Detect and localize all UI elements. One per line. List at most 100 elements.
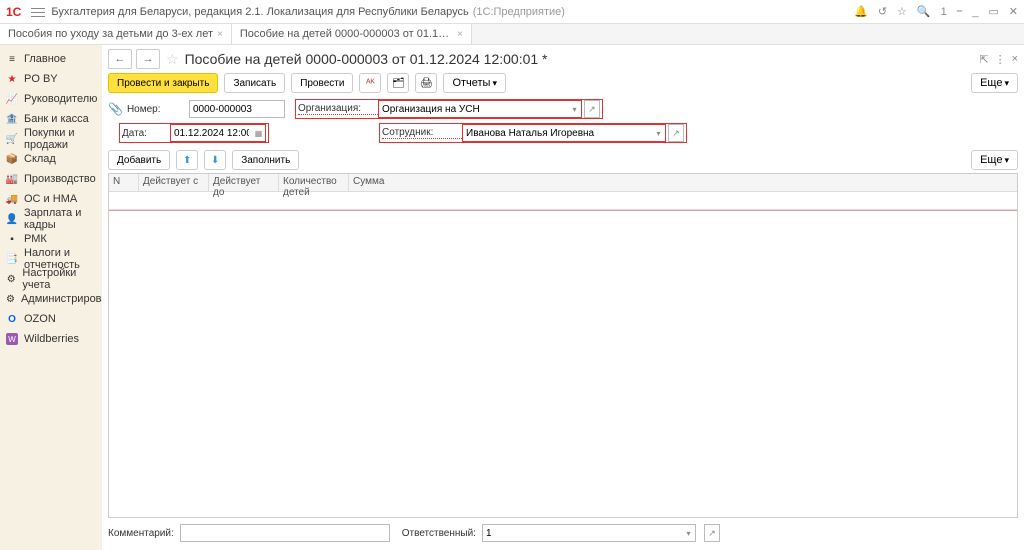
search-count: 1 — [941, 6, 947, 18]
sidebar-item-main[interactable]: ≡ Главное — [0, 49, 102, 69]
star-icon: ★ — [6, 73, 18, 85]
sidebar-item-bank[interactable]: 🏦 Банк и касса — [0, 109, 102, 129]
rows-table[interactable]: N Действует с Действует до Количество де… — [108, 173, 1018, 518]
tab-close-icon[interactable]: × — [457, 29, 463, 40]
responsible-open-button[interactable]: ↗ — [704, 524, 720, 542]
menu-icon[interactable] — [31, 5, 45, 19]
sidebar-item-poby[interactable]: ★ PO BY — [0, 69, 102, 89]
sidebar-item-label: Производство — [24, 173, 96, 185]
chart-icon: 📈 — [6, 93, 18, 105]
sidebar-item-label: Настройки учета — [22, 267, 96, 291]
table-divider — [109, 210, 1017, 211]
tab-label: Пособия по уходу за детьми до 3-ех лет — [8, 28, 213, 40]
divider-icon: ⎯ — [957, 5, 963, 18]
sidebar: ≡ Главное ★ PO BY 📈 Руководителю 🏦 Банк и ка… — [0, 45, 102, 550]
page-title: Пособие на детей 0000-000003 от 01.12.20… — [185, 51, 548, 67]
sidebar-item-label: PO BY — [24, 73, 58, 85]
tab-label: Пособие на детей 0000-000003 от 01.12.20… — [240, 28, 453, 40]
date-picker-button[interactable]: ▦ — [252, 124, 266, 142]
dt-kt-button[interactable]: ᴬᴷ — [359, 73, 381, 93]
tab-allowance-doc[interactable]: Пособие на детей 0000-000003 от 01.12.20… — [232, 24, 472, 44]
sidebar-item-label: Руководителю — [24, 93, 97, 105]
reports-label: Отчеты — [452, 77, 490, 89]
star-icon[interactable]: ☆ — [897, 5, 907, 18]
sidebar-item-production[interactable]: 🏭 Производство — [0, 169, 102, 189]
more-label: Еще — [980, 77, 1002, 89]
list-icon: ≡ — [6, 53, 18, 65]
sidebar-item-label: РМК — [24, 233, 47, 245]
org-open-button[interactable]: ↗ — [584, 100, 600, 118]
employee-dropdown-button[interactable]: ▾ — [652, 124, 666, 142]
employee-input[interactable] — [462, 124, 652, 142]
responsible-input[interactable] — [482, 524, 682, 542]
sidebar-item-rmk[interactable]: ▪РМК — [0, 229, 102, 249]
kebab-icon[interactable]: ⋮ — [995, 53, 1006, 66]
person-icon: 👤 — [6, 213, 18, 225]
move-up-button[interactable]: ⬆ — [176, 150, 198, 170]
close-page-icon[interactable]: × — [1012, 53, 1018, 66]
link-icon[interactable]: ⇱ — [979, 53, 988, 66]
search-icon[interactable]: 🔍 — [917, 5, 931, 18]
bank-icon: 🏦 — [6, 113, 18, 125]
fill-button[interactable]: Заполнить — [232, 150, 299, 170]
reports-button[interactable]: Отчеты▾ — [443, 73, 506, 93]
sidebar-item-ozon[interactable]: OOZON — [0, 309, 102, 329]
col-to: Действует до — [209, 174, 279, 191]
sidebar-item-wb[interactable]: WWildberries — [0, 329, 102, 349]
employee-open-button[interactable]: ↗ — [668, 124, 684, 142]
date-input[interactable] — [170, 124, 252, 142]
more-button[interactable]: Еще▾ — [971, 73, 1018, 93]
post-button[interactable]: Провести — [291, 73, 353, 93]
tabbar: Пособия по уходу за детьми до 3-ех лет ×… — [0, 24, 1024, 45]
sidebar-item-taxes[interactable]: 📑Налоги и отчетность — [0, 249, 102, 269]
sidebar-item-hr[interactable]: 👤Зарплата и кадры — [0, 209, 102, 229]
close-icon[interactable]: ✕ — [1009, 5, 1018, 18]
minimize-icon[interactable]: _ — [972, 6, 978, 18]
org-label: Организация: — [298, 103, 378, 115]
add-row-button[interactable]: Добавить — [108, 150, 170, 170]
number-input[interactable] — [189, 100, 285, 118]
org-dropdown-button[interactable]: ▾ — [568, 100, 582, 118]
sidebar-item-trade[interactable]: 🛒 Покупки и продажи — [0, 129, 102, 149]
tab-allowances-list[interactable]: Пособия по уходу за детьми до 3-ех лет × — [0, 24, 232, 44]
responsible-dropdown-button[interactable]: ▾ — [682, 524, 696, 542]
table-more-button[interactable]: Еще▾ — [971, 150, 1018, 170]
wildberries-icon: W — [6, 333, 18, 345]
report-icon: 📑 — [6, 253, 18, 265]
print-button[interactable]: 🖨 — [415, 73, 437, 93]
sidebar-item-manager[interactable]: 📈 Руководителю — [0, 89, 102, 109]
forward-button[interactable]: → — [136, 49, 160, 69]
number-label: Номер: — [127, 104, 189, 115]
table-header: N Действует с Действует до Количество де… — [109, 174, 1017, 192]
employee-label: Сотрудник: — [382, 127, 462, 139]
col-n: N — [109, 174, 139, 191]
structure-button[interactable]: 🗂 — [387, 73, 409, 93]
back-button[interactable]: ← — [108, 49, 132, 69]
sidebar-item-admin[interactable]: ⚙Администрирование — [0, 289, 102, 309]
table-row[interactable] — [109, 192, 1017, 210]
comment-input[interactable] — [180, 524, 390, 542]
sidebar-item-label: Главное — [24, 53, 66, 65]
org-input[interactable] — [378, 100, 568, 118]
post-and-close-button[interactable]: Провести и закрыть — [108, 73, 218, 93]
date-label: Дата: — [122, 128, 170, 139]
favorite-icon[interactable]: ☆ — [166, 51, 179, 68]
truck-icon: 🚚 — [6, 193, 18, 205]
col-sum: Сумма — [349, 174, 1017, 191]
move-down-button[interactable]: ⬇ — [204, 150, 226, 170]
sidebar-item-label: Банк и касса — [24, 113, 89, 125]
attachments-icon[interactable]: 📎 — [108, 102, 123, 116]
sidebar-item-assets[interactable]: 🚚ОС и НМА — [0, 189, 102, 209]
bell-icon[interactable]: 🔔 — [854, 5, 868, 18]
sidebar-item-stock[interactable]: 📦Склад — [0, 149, 102, 169]
history-icon[interactable]: ↺ — [878, 5, 887, 18]
restore-icon[interactable]: ▭ — [988, 5, 998, 18]
logo-1c: 1С — [6, 5, 21, 19]
cart-icon: 🛒 — [6, 133, 18, 145]
factory-icon: 🏭 — [6, 173, 18, 185]
tab-close-icon[interactable]: × — [217, 29, 223, 40]
sidebar-item-label: Покупки и продажи — [24, 127, 96, 151]
save-button[interactable]: Записать — [224, 73, 285, 93]
box-icon: 📦 — [6, 153, 18, 165]
sidebar-item-settings[interactable]: ⚙Настройки учета — [0, 269, 102, 289]
